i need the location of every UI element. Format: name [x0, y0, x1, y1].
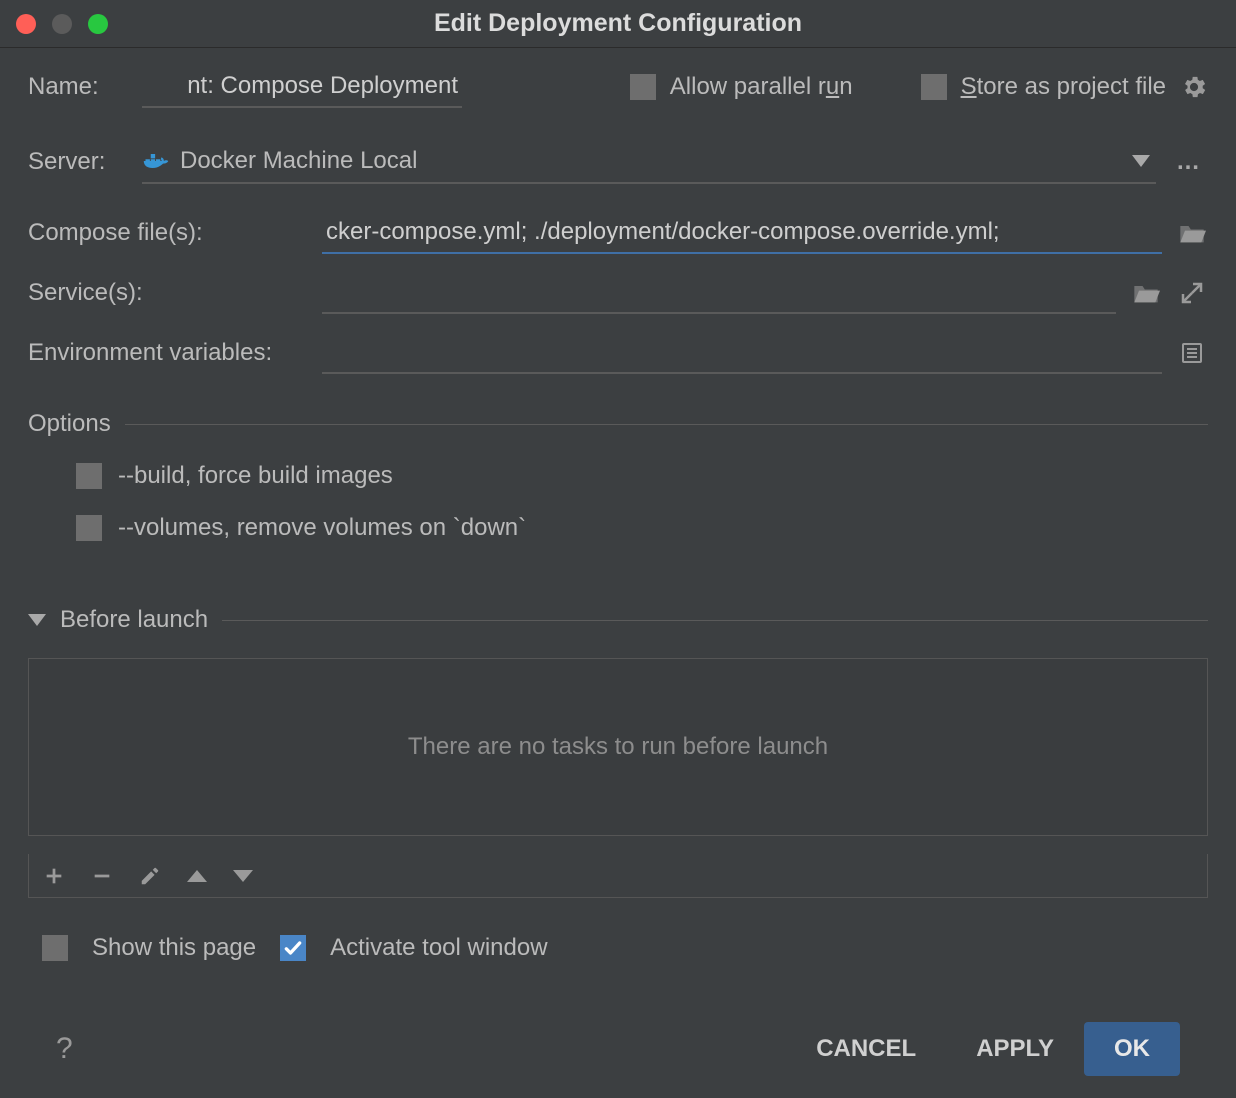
browse-services-icon[interactable]	[1130, 281, 1162, 305]
before-launch-disclosure-icon[interactable]	[28, 614, 46, 626]
server-dropdown[interactable]: Docker Machine Local	[142, 140, 1156, 184]
no-tasks-message: There are no tasks to run before launch	[408, 733, 828, 761]
services-input[interactable]	[322, 272, 1116, 314]
window-title: Edit Deployment Configuration	[0, 9, 1236, 38]
remove-task-icon[interactable]	[91, 865, 113, 887]
show-page-checkbox[interactable]	[42, 935, 68, 961]
close-window-icon[interactable]	[16, 14, 36, 34]
move-down-icon[interactable]	[233, 870, 253, 882]
help-icon[interactable]: ?	[56, 1032, 73, 1066]
activate-tool-checkbox[interactable]	[280, 935, 306, 961]
ok-button[interactable]: OK	[1084, 1022, 1180, 1076]
show-page-label: Show this page	[92, 934, 256, 962]
env-input[interactable]	[322, 332, 1162, 374]
edit-task-icon[interactable]	[139, 865, 161, 887]
divider	[125, 424, 1208, 425]
before-launch-toolbar	[28, 854, 1208, 898]
expand-services-icon[interactable]	[1176, 281, 1208, 305]
services-label: Service(s):	[28, 279, 308, 307]
name-input[interactable]	[142, 66, 462, 108]
allow-parallel-label: Allow parallel run	[670, 73, 853, 101]
options-header: Options	[28, 410, 111, 438]
build-label: --build, force build images	[118, 462, 393, 490]
before-launch-tasks-list[interactable]: There are no tasks to run before launch	[28, 658, 1208, 836]
allow-parallel-checkbox[interactable]	[630, 74, 656, 100]
docker-icon	[142, 149, 170, 173]
compose-label: Compose file(s):	[28, 219, 308, 247]
name-label: Name:	[28, 73, 128, 101]
chevron-down-icon	[1132, 155, 1150, 167]
window-controls	[16, 14, 108, 34]
move-up-icon[interactable]	[187, 870, 207, 882]
store-project-label: Store as project file	[961, 73, 1166, 101]
store-project-checkbox[interactable]	[921, 74, 947, 100]
cancel-button[interactable]: CANCEL	[786, 1022, 946, 1076]
activate-tool-label: Activate tool window	[330, 934, 547, 962]
titlebar: Edit Deployment Configuration	[0, 0, 1236, 48]
minimize-window-icon[interactable]	[52, 14, 72, 34]
gear-icon[interactable]	[1180, 73, 1208, 101]
server-value: Docker Machine Local	[180, 147, 417, 175]
volumes-label: --volumes, remove volumes on `down`	[118, 514, 526, 542]
env-list-icon[interactable]	[1176, 341, 1208, 365]
add-task-icon[interactable]	[43, 865, 65, 887]
env-label: Environment variables:	[28, 339, 308, 367]
server-more-icon[interactable]: …	[1170, 148, 1208, 176]
zoom-window-icon[interactable]	[88, 14, 108, 34]
before-launch-header: Before launch	[60, 606, 208, 634]
server-label: Server:	[28, 148, 128, 176]
volumes-checkbox[interactable]	[76, 515, 102, 541]
build-checkbox[interactable]	[76, 463, 102, 489]
divider	[222, 620, 1208, 621]
apply-button[interactable]: APPLY	[946, 1022, 1084, 1076]
compose-files-input[interactable]	[322, 212, 1162, 254]
browse-compose-icon[interactable]	[1176, 221, 1208, 245]
